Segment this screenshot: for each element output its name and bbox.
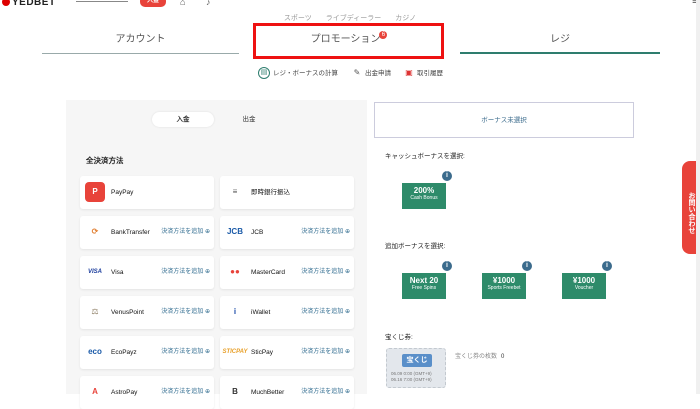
calculator-icon: ▤ xyxy=(258,67,270,80)
lottery-ticket-title: 宝くじ xyxy=(402,354,432,367)
payment-logo-icon: STICPAY xyxy=(222,349,248,355)
payment-method-card[interactable]: eco EcoPayz 決済方法を追加 ⊕ xyxy=(80,336,214,369)
payment-logo-icon: VISA xyxy=(87,269,102,275)
info-icon[interactable]: i xyxy=(602,261,612,271)
subnav-history[interactable]: ▣ 取引履歴 xyxy=(404,66,443,82)
tab-cashier[interactable]: レジ xyxy=(460,28,660,54)
menu-item-casino[interactable]: カジノ xyxy=(395,15,416,22)
info-icon[interactable]: i xyxy=(442,171,452,181)
payment-method-card[interactable]: B MuchBetter 決済方法を追加 ⊕ xyxy=(220,376,354,409)
payment-method-card[interactable]: ⚖ VenusPoint 決済方法を追加 ⊕ xyxy=(80,296,214,329)
bonus-selection-box[interactable]: ボーナス未選択 xyxy=(374,102,634,138)
payment-method-name: VenusPoint xyxy=(111,309,144,316)
top-menu: スポーツ ライブディーラー カジノ xyxy=(0,13,700,23)
payment-logo-icon: A xyxy=(92,387,98,396)
lottery-ticket: 宝くじ 06.09 0:00 (GMT+9) 06.16 7:00 (GMT+9… xyxy=(386,348,446,388)
add-payment-method-link[interactable]: 決済方法を追加 ⊕ xyxy=(301,216,350,249)
payment-logo-icon: P xyxy=(85,182,105,202)
add-payment-method-link[interactable]: 決済方法を追加 ⊕ xyxy=(301,296,350,329)
payment-method-name: MasterCard xyxy=(251,269,285,276)
add-payment-method-link[interactable]: 決済方法を追加 ⊕ xyxy=(161,376,210,409)
payment-method-name: PayPay xyxy=(111,189,134,196)
bonus-type: Voucher xyxy=(574,285,594,291)
payment-method-card[interactable]: VISA Visa 決済方法を追加 ⊕ xyxy=(80,256,214,289)
payment-method-name: AstroPay xyxy=(111,389,138,396)
deposit-header-button[interactable]: 入金 xyxy=(140,0,166,7)
add-payment-method-link[interactable]: 決済方法を追加 ⊕ xyxy=(161,256,210,289)
payment-method-name: BankTransfer xyxy=(111,229,150,236)
payment-method-card[interactable]: i iWallet 決済方法を追加 ⊕ xyxy=(220,296,354,329)
page-scrollbar[interactable] xyxy=(696,0,700,394)
payment-section-title: 全決済方法 xyxy=(86,156,124,165)
subnav-withdraw-request[interactable]: ✎ 出金申請 xyxy=(352,66,391,82)
payment-method-name: iWallet xyxy=(251,309,271,316)
extra-bonus-option[interactable]: ¥1000 Sports Freebet xyxy=(482,273,526,299)
payment-method-card[interactable]: A AstroPay 決済方法を追加 ⊕ xyxy=(80,376,214,409)
gift-icon[interactable]: ⌂ xyxy=(180,0,190,7)
payment-method-card[interactable]: ≡ 即時銀行振込 xyxy=(220,176,354,209)
bonus-amount: ¥1000 xyxy=(572,276,596,285)
add-payment-method-link[interactable]: 決済方法を追加 ⊕ xyxy=(161,216,210,249)
add-payment-method-link[interactable]: 決済方法を追加 ⊕ xyxy=(301,256,350,289)
menu-item-live[interactable]: ライブディーラー xyxy=(326,15,382,22)
username-link[interactable] xyxy=(76,0,128,2)
payment-logo-icon: i xyxy=(233,307,237,316)
cash-bonus-label: キャッシュボーナスを選択: xyxy=(385,153,465,160)
bell-icon[interactable]: ♪ xyxy=(206,0,216,7)
payment-method-card[interactable]: STICPAY SticPay 決済方法を追加 ⊕ xyxy=(220,336,354,369)
top-header: YEDBET 入金 ⌂ ♪ ≡ xyxy=(0,0,700,12)
bonus-type: Cash Bonus xyxy=(410,195,438,201)
lottery-label: 宝くじ券: xyxy=(385,334,413,341)
wallet-icon: ▣ xyxy=(405,68,413,78)
payment-logo-icon: eco xyxy=(88,347,102,356)
payment-method-name: SticPay xyxy=(251,349,274,356)
payment-logo-icon: ≡ xyxy=(232,187,238,196)
bonus-amount: 200% xyxy=(413,186,435,195)
payment-logo-icon: ●● xyxy=(230,267,240,276)
payment-method-card[interactable]: ●● MasterCard 決済方法を追加 ⊕ xyxy=(220,256,354,289)
payment-method-card[interactable]: JCB JCB 決済方法を追加 ⊕ xyxy=(220,216,354,249)
extra-bonus-label: 追加ボーナスを選択: xyxy=(385,243,446,250)
cash-bonus-option[interactable]: 200% Cash Bonus xyxy=(402,183,446,209)
highlight-box xyxy=(253,23,444,59)
tab-account[interactable]: アカウント xyxy=(42,28,239,54)
brand-logo[interactable]: YEDBET xyxy=(2,0,56,8)
deposit-tab[interactable]: 入金 xyxy=(152,112,214,127)
bonus-type: Free Spins xyxy=(411,285,437,291)
deposit-withdraw-toggle: 入金 出金 xyxy=(152,112,292,127)
payment-method-card[interactable]: ⟳ BankTransfer 決済方法を追加 ⊕ xyxy=(80,216,214,249)
withdraw-tab[interactable]: 出金 xyxy=(218,112,280,127)
payment-method-name: MuchBetter xyxy=(251,389,285,396)
payment-panel: 入金 出金 全決済方法 P PayPay ≡ 即時銀行振込 ⟳ BankTransfer 決… xyxy=(66,100,367,409)
extra-bonus-option[interactable]: ¥1000 Voucher xyxy=(562,273,606,299)
lottery-dates: 06.09 0:00 (GMT+9) 06.16 7:00 (GMT+9) xyxy=(391,371,432,382)
info-icon[interactable]: i xyxy=(522,261,532,271)
bonus-amount: Next 20 xyxy=(409,276,439,285)
payment-method-name: 即時銀行振込 xyxy=(251,189,290,196)
subnav-calculator[interactable]: ▤ レジ・ボーナスの計算 xyxy=(258,66,338,82)
info-icon[interactable]: i xyxy=(442,261,452,271)
payment-method-name: EcoPayz xyxy=(111,349,137,356)
payment-method-card[interactable]: P PayPay xyxy=(80,176,214,209)
bonus-type: Sports Freebet xyxy=(487,285,521,291)
payment-logo-icon: B xyxy=(232,387,238,396)
add-payment-method-link[interactable]: 決済方法を追加 ⊕ xyxy=(161,296,210,329)
add-payment-method-link[interactable]: 決済方法を追加 ⊕ xyxy=(161,336,210,369)
add-payment-method-link[interactable]: 決済方法を追加 ⊕ xyxy=(301,376,350,409)
payment-method-name: JCB xyxy=(251,229,264,236)
bonus-amount: ¥1000 xyxy=(492,276,516,285)
lottery-count: 宝くじ券の枚数 0 xyxy=(455,354,505,360)
extra-bonus-option[interactable]: Next 20 Free Spins xyxy=(402,273,446,299)
menu-item-sports[interactable]: スポーツ xyxy=(284,15,312,22)
payment-method-name: Visa xyxy=(111,269,124,276)
payment-logo-icon: ⚖ xyxy=(91,307,99,316)
add-payment-method-link[interactable]: 決済方法を追加 ⊕ xyxy=(301,336,350,369)
edit-icon: ✎ xyxy=(353,68,361,78)
payment-logo-icon: JCB xyxy=(226,227,243,236)
payment-logo-icon: ⟳ xyxy=(91,227,99,236)
